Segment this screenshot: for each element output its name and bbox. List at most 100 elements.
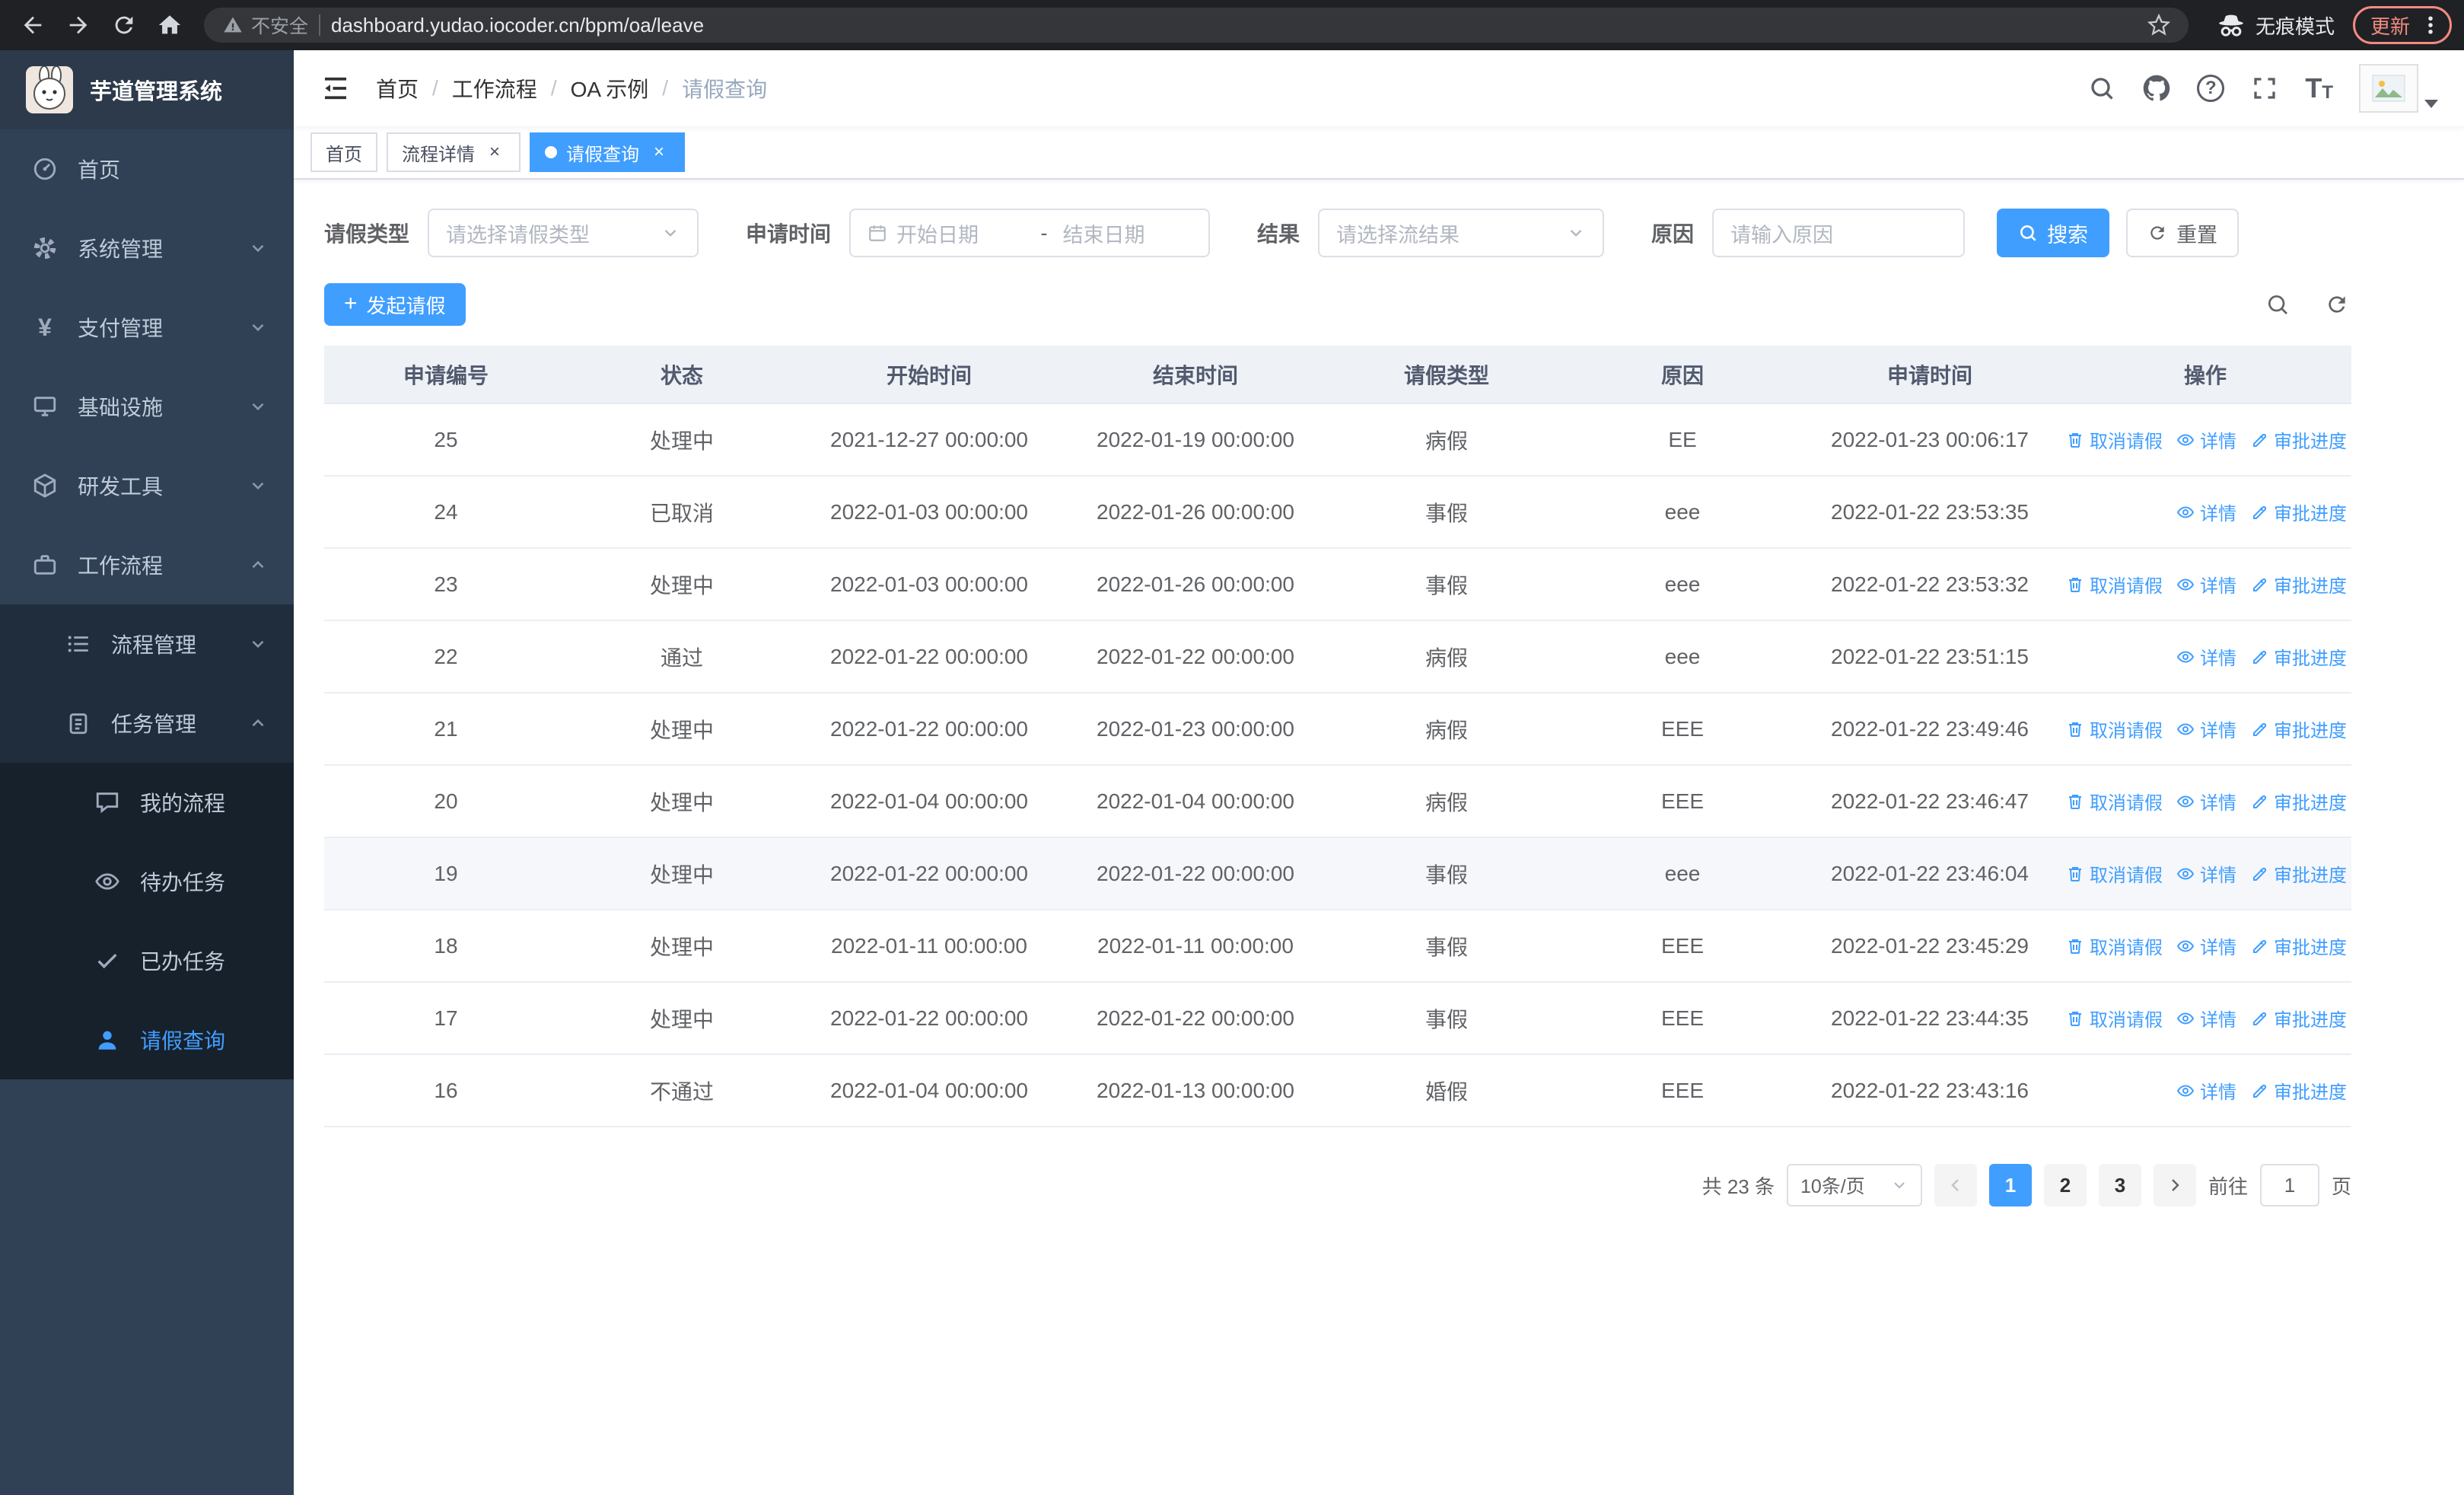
- bookmark-star-icon[interactable]: [2147, 14, 2170, 37]
- result-select[interactable]: 请选择流结果: [1318, 209, 1605, 257]
- action-detail-link[interactable]: 详情: [2176, 1005, 2236, 1031]
- cell-id: 17: [324, 982, 568, 1055]
- action-detail-link[interactable]: 详情: [2176, 716, 2236, 742]
- sidebar-item-process-management[interactable]: 流程管理: [0, 604, 294, 684]
- forward-icon[interactable]: [58, 5, 99, 46]
- table-row: 18 处理中 2022-01-11 00:00:00 2022-01-11 00:00…: [324, 910, 2351, 983]
- action-cancel-link[interactable]: 取消请假: [2066, 571, 2163, 598]
- search-button[interactable]: 搜索: [1997, 209, 2110, 257]
- action-progress-link[interactable]: 审批进度: [2250, 499, 2347, 525]
- reset-button[interactable]: 重置: [2126, 209, 2240, 257]
- action-detail-link[interactable]: 详情: [2176, 426, 2236, 453]
- cell-status: 通过: [568, 620, 796, 693]
- help-icon[interactable]: ?: [2197, 75, 2225, 102]
- tab-leave-query[interactable]: 请假查询 ×: [530, 132, 685, 172]
- action-cancel-link[interactable]: 取消请假: [2066, 716, 2163, 742]
- logo[interactable]: 芋道管理系统: [0, 50, 294, 129]
- action-cancel-link[interactable]: 取消请假: [2066, 1005, 2163, 1031]
- close-tab-icon[interactable]: ×: [484, 142, 505, 163]
- column-header: 开始时间: [796, 346, 1062, 404]
- create-leave-button[interactable]: + 发起请假: [324, 283, 466, 326]
- sidebar-item-home[interactable]: 首页: [0, 129, 294, 209]
- next-page-button[interactable]: [2153, 1164, 2196, 1207]
- action-detail-link[interactable]: 详情: [2176, 860, 2236, 887]
- action-progress-link[interactable]: 审批进度: [2250, 1005, 2347, 1031]
- page-button-1[interactable]: 1: [1988, 1164, 2032, 1207]
- sidebar-toggle-icon[interactable]: [320, 72, 352, 104]
- fullscreen-icon[interactable]: [2250, 74, 2279, 103]
- cell-reason: EEE: [1565, 982, 1800, 1055]
- action-progress-link[interactable]: 审批进度: [2250, 716, 2347, 742]
- action-cancel-link[interactable]: 取消请假: [2066, 860, 2163, 887]
- sidebar-item-task-management[interactable]: 任务管理: [0, 684, 294, 763]
- action-detail-link[interactable]: 详情: [2176, 932, 2236, 959]
- home-icon[interactable]: [149, 5, 190, 46]
- cell-actions: 取消请假 详情 审批进度: [2059, 403, 2351, 477]
- action-progress-link[interactable]: 审批进度: [2250, 571, 2347, 598]
- sidebar-item-infrastructure[interactable]: 基础设施: [0, 367, 294, 446]
- close-tab-icon[interactable]: ×: [648, 142, 670, 163]
- breadcrumb-item[interactable]: 首页: [376, 73, 419, 104]
- user-menu[interactable]: [2359, 64, 2438, 113]
- action-detail-link[interactable]: 详情: [2176, 499, 2236, 525]
- reload-icon[interactable]: [103, 5, 145, 46]
- table-row: 20 处理中 2022-01-04 00:00:00 2022-01-04 00:00…: [324, 765, 2351, 838]
- dashboard-icon: [32, 156, 58, 182]
- cell-start: 2022-01-22 00:00:00: [796, 693, 1062, 766]
- breadcrumb-item[interactable]: OA 示例: [571, 73, 649, 104]
- action-cancel-link[interactable]: 取消请假: [2066, 788, 2163, 814]
- action-detail-link[interactable]: 详情: [2176, 571, 2236, 598]
- github-icon[interactable]: [2142, 74, 2171, 103]
- column-header: 原因: [1565, 346, 1800, 404]
- page-button-3[interactable]: 3: [2098, 1164, 2141, 1207]
- action-progress-link[interactable]: 审批进度: [2250, 426, 2347, 453]
- tab-label: 首页: [326, 144, 362, 165]
- sidebar-item-devtools[interactable]: 研发工具: [0, 446, 294, 525]
- table-row: 19 处理中 2022-01-22 00:00:00 2022-01-22 00:00…: [324, 837, 2351, 910]
- breadcrumb-item[interactable]: 工作流程: [452, 73, 537, 104]
- font-size-icon[interactable]: TT: [2305, 75, 2333, 102]
- back-icon[interactable]: [12, 5, 53, 46]
- sidebar-item-payment[interactable]: ¥ 支付管理: [0, 288, 294, 367]
- chevron-down-icon: [1566, 223, 1586, 243]
- prev-page-button[interactable]: [1934, 1164, 1977, 1207]
- tab-process-detail[interactable]: 流程详情 ×: [387, 132, 520, 172]
- tab-home[interactable]: 首页: [310, 132, 377, 172]
- search-icon[interactable]: [2087, 74, 2116, 103]
- browser-menu-icon[interactable]: [2419, 14, 2442, 37]
- browser-update-button[interactable]: 更新: [2352, 6, 2452, 44]
- url-text[interactable]: dashboard.yudao.iocoder.cn/bpm/oa/leave: [331, 14, 2137, 37]
- sidebar-item-done-tasks[interactable]: 已办任务: [0, 921, 294, 1000]
- sidebar-item-system[interactable]: 系统管理: [0, 209, 294, 288]
- action-progress-link[interactable]: 审批进度: [2250, 788, 2347, 814]
- cell-start: 2022-01-22 00:00:00: [796, 837, 1062, 910]
- page-button-2[interactable]: 2: [2043, 1164, 2087, 1207]
- action-progress-link[interactable]: 审批进度: [2250, 1077, 2347, 1104]
- action-progress-link[interactable]: 审批进度: [2250, 932, 2347, 959]
- cell-status: 处理中: [568, 765, 796, 838]
- action-progress-link[interactable]: 审批进度: [2250, 860, 2347, 887]
- action-detail-link[interactable]: 详情: [2176, 788, 2236, 814]
- action-detail-link[interactable]: 详情: [2176, 1077, 2236, 1104]
- security-warning[interactable]: 不安全: [222, 11, 308, 39]
- toggle-search-icon[interactable]: [2263, 290, 2292, 319]
- sidebar-item-label: 待办任务: [140, 871, 226, 894]
- refresh-table-icon[interactable]: [2322, 290, 2351, 319]
- sidebar-item-workflow[interactable]: 工作流程: [0, 525, 294, 604]
- tab-label: 请假查询: [566, 144, 639, 165]
- sidebar-item-my-process[interactable]: 我的流程: [0, 763, 294, 842]
- sidebar-item-todo-tasks[interactable]: 待办任务: [0, 842, 294, 921]
- page-size-select[interactable]: 10条/页: [1786, 1164, 1922, 1207]
- date-range-picker[interactable]: 开始日期 - 结束日期: [849, 209, 1211, 257]
- address-bar[interactable]: 不安全 dashboard.yudao.iocoder.cn/bpm/oa/le…: [204, 8, 2189, 43]
- sidebar-item-leave-query[interactable]: 请假查询: [0, 1000, 294, 1079]
- chevron-right-icon: [2172, 1179, 2179, 1191]
- action-cancel-link[interactable]: 取消请假: [2066, 426, 2163, 453]
- leave-type-select[interactable]: 请选择请假类型: [428, 209, 699, 257]
- goto-page-input[interactable]: [2259, 1164, 2319, 1207]
- action-cancel-link[interactable]: 取消请假: [2066, 932, 2163, 959]
- action-detail-link[interactable]: 详情: [2176, 643, 2236, 670]
- reason-input[interactable]: 请输入原因: [1712, 209, 1966, 257]
- start-date-placeholder: 开始日期: [896, 223, 979, 247]
- action-progress-link[interactable]: 审批进度: [2250, 643, 2347, 670]
